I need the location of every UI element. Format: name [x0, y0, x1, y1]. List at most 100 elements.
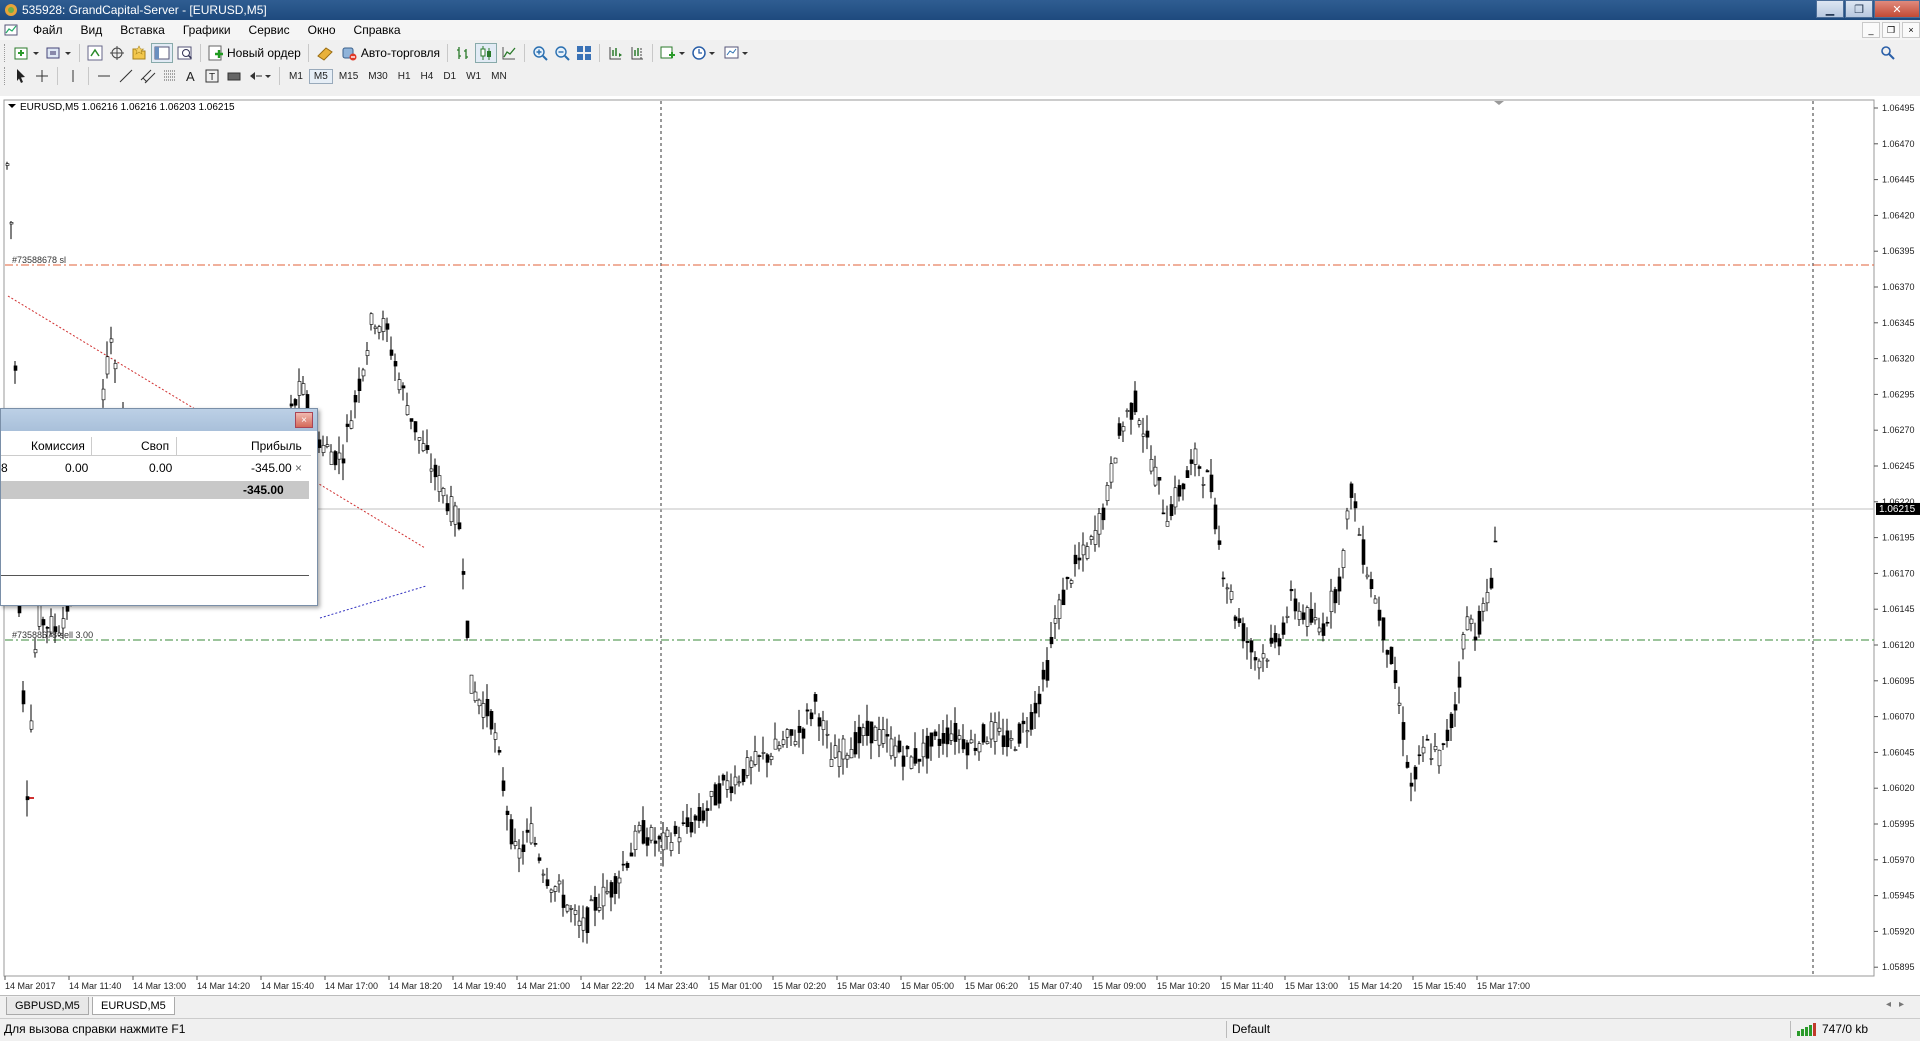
- candle-body: [529, 823, 534, 844]
- timeframe-m5[interactable]: M5: [308, 68, 333, 84]
- market-watch-button[interactable]: [85, 44, 105, 62]
- data-window-button[interactable]: [107, 44, 127, 62]
- candle-body: [1453, 704, 1458, 711]
- menu-help[interactable]: Справка: [345, 23, 410, 37]
- chart-window-icon[interactable]: [4, 23, 18, 37]
- candle-body: [1417, 754, 1422, 757]
- line-chart-button[interactable]: [499, 44, 519, 62]
- navigator-button[interactable]: [129, 44, 149, 62]
- channel-button[interactable]: [138, 67, 158, 85]
- mdi-minimize-button[interactable]: _: [1862, 22, 1880, 38]
- text-button[interactable]: A: [182, 67, 200, 85]
- profiles-icon: [46, 47, 71, 59]
- connection-status[interactable]: 747/0 kb: [1796, 1022, 1868, 1036]
- candlestick-button[interactable]: [475, 43, 498, 63]
- timeframe-d1[interactable]: D1: [439, 70, 460, 83]
- terminal-titlebar[interactable]: ×: [1, 409, 317, 431]
- candle-body: [773, 738, 778, 750]
- new-chart-button[interactable]: [12, 44, 42, 62]
- maximize-button[interactable]: ❐: [1845, 0, 1873, 18]
- metaeditor-button[interactable]: [314, 44, 336, 62]
- zoom-in-button[interactable]: [530, 44, 550, 62]
- tab-gbpusd[interactable]: GBPUSD,M5: [6, 997, 89, 1015]
- candle-body: [905, 745, 910, 750]
- autoscroll-button[interactable]: [605, 44, 625, 62]
- timeframe-w1[interactable]: W1: [462, 70, 485, 83]
- timeframe-h4[interactable]: H4: [417, 70, 438, 83]
- candle-body: [33, 649, 38, 654]
- candle-body: [405, 405, 410, 415]
- menu-tools[interactable]: Сервис: [240, 23, 299, 37]
- candle-body: [821, 720, 826, 730]
- crosshair-button[interactable]: [32, 67, 52, 85]
- candle-body: [1149, 459, 1154, 472]
- candle-body: [973, 747, 978, 751]
- candle-body: [637, 825, 642, 832]
- terminal-panel[interactable]: × Комиссия Своп Прибыль 8 0.00 0.00 -345…: [0, 408, 318, 606]
- zoom-out-button[interactable]: [552, 44, 572, 62]
- profiles-button[interactable]: [44, 44, 74, 62]
- time-tick-label: 15 Mar 03:40: [837, 981, 890, 991]
- bar-chart-button[interactable]: [453, 44, 473, 62]
- arrows-button[interactable]: [246, 67, 274, 85]
- strategy-tester-button[interactable]: [175, 44, 195, 62]
- candle-body: [789, 729, 794, 736]
- connection-bars-icon: [1797, 1023, 1816, 1036]
- new-order-icon: [208, 45, 223, 61]
- close-position-icon[interactable]: ×: [295, 461, 302, 475]
- timeframe-h1[interactable]: H1: [394, 70, 415, 83]
- menu-window[interactable]: Окно: [299, 23, 345, 37]
- mdi-close-button[interactable]: ×: [1902, 22, 1920, 38]
- menu-charts[interactable]: Графики: [174, 23, 240, 37]
- timeframe-mn[interactable]: MN: [487, 70, 511, 83]
- column-swap[interactable]: Своп: [141, 439, 169, 453]
- candle-body: [1473, 636, 1478, 641]
- timeframe-m1[interactable]: M1: [285, 70, 307, 83]
- horizontal-line-button[interactable]: [94, 67, 114, 85]
- column-profit[interactable]: Прибыль: [251, 439, 302, 453]
- search-icon[interactable]: [1880, 45, 1896, 61]
- rectangle-button[interactable]: [224, 67, 244, 85]
- candle-body: [1273, 633, 1278, 643]
- terminal-close-button[interactable]: ×: [295, 412, 313, 428]
- profile-name[interactable]: Default: [1232, 1022, 1270, 1036]
- templates-icon: [724, 46, 749, 59]
- row-profit: -345.00: [251, 461, 292, 475]
- tab-scroll-arrows-icon[interactable]: ◂▸: [1886, 999, 1912, 1010]
- menu-file[interactable]: Файл: [24, 23, 72, 37]
- candle-body: [761, 752, 766, 754]
- mdi-restore-button[interactable]: ❐: [1882, 22, 1900, 38]
- text-label-button[interactable]: T: [202, 67, 222, 85]
- terminal-icon: [154, 46, 170, 60]
- vertical-line-button[interactable]: [63, 67, 83, 85]
- close-button[interactable]: ✕: [1874, 0, 1920, 18]
- trendline-button[interactable]: [116, 67, 136, 85]
- candle-body: [1017, 723, 1022, 744]
- templates-button[interactable]: [722, 44, 752, 62]
- tile-windows-button[interactable]: [574, 44, 594, 62]
- column-commission[interactable]: Комиссия: [31, 439, 85, 453]
- candle-body: [1045, 660, 1050, 681]
- auto-trading-icon: [342, 47, 357, 61]
- auto-trading-button[interactable]: Авто-торговля: [338, 44, 442, 62]
- menu-insert[interactable]: Вставка: [111, 23, 174, 37]
- candle-body: [525, 829, 530, 833]
- candle-body: [1109, 463, 1114, 483]
- tab-eurusd[interactable]: EURUSD,M5: [92, 997, 175, 1015]
- candle-body: [469, 674, 474, 694]
- candle-body: [953, 722, 958, 742]
- candle-body: [1021, 720, 1026, 725]
- timeframe-m15[interactable]: M15: [335, 70, 362, 83]
- minimize-button[interactable]: ▁: [1816, 0, 1844, 18]
- cursor-button[interactable]: [12, 67, 30, 85]
- terminal-button[interactable]: [151, 43, 173, 63]
- candle-body: [441, 488, 446, 497]
- chart-shift-button[interactable]: [627, 44, 647, 62]
- menu-view[interactable]: Вид: [72, 23, 112, 37]
- timeframe-m30[interactable]: M30: [364, 70, 391, 83]
- price-tick-label: 1.05920: [1882, 926, 1915, 936]
- fibonacci-button[interactable]: [160, 67, 180, 85]
- periods-button[interactable]: [690, 44, 720, 62]
- new-order-button[interactable]: Новый ордер: [206, 44, 303, 62]
- indicators-button[interactable]: [658, 44, 688, 62]
